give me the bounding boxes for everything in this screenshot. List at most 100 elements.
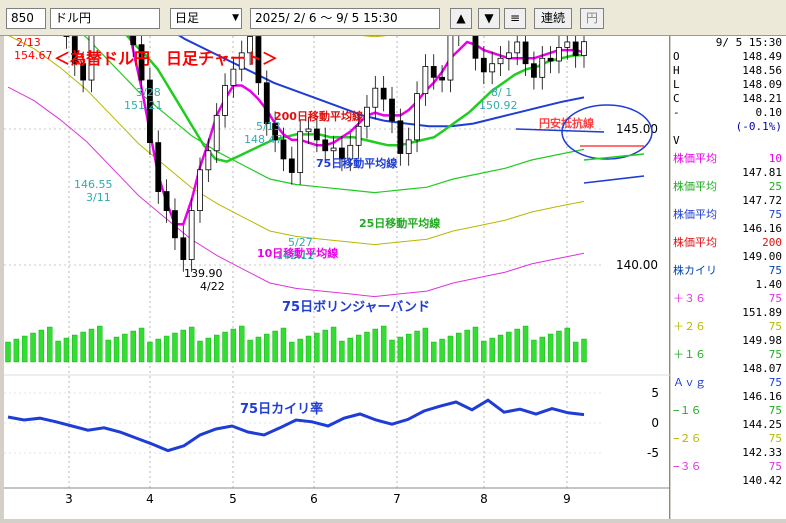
volume-bar [138, 327, 145, 363]
candle-body [372, 87, 379, 108]
point-date-label: 2/13 [16, 36, 41, 49]
volume-bar [88, 328, 95, 363]
volume-bar [205, 337, 212, 363]
band-row-label: −２６ [673, 432, 702, 445]
ma-value-row: 146.16 [673, 222, 784, 236]
down-button[interactable]: ▼ [478, 8, 500, 29]
volume-bar [21, 335, 28, 363]
ma-value-row: 147.81 [673, 166, 784, 180]
kairi-tick-label: -5 [647, 446, 659, 460]
ma-row-value: 200 [762, 236, 782, 249]
candle-body [263, 82, 270, 124]
ohlc-row: H 148.56 [673, 64, 784, 78]
band-value-row: 149.98 [673, 334, 784, 348]
candle-body [155, 142, 162, 192]
band-value-row: 140.42 [673, 474, 784, 488]
panel-kairi-label: 株カイリ 75 [673, 264, 782, 277]
ohlc-row: O 148.49 [673, 50, 784, 64]
date-range-field[interactable]: 2025/ 2/ 6 〜 9/ 5 15:30 [250, 8, 440, 29]
band-value-row-value: 144.25 [742, 418, 782, 431]
candle-body [422, 66, 429, 95]
band-row-value: 75 [768, 348, 782, 361]
candle-body [539, 57, 546, 78]
ma-value-row-value: 149.00 [742, 250, 782, 263]
x-tick-label: 9 [563, 492, 571, 506]
candle-body [447, 33, 454, 81]
x-tick-label: 5 [229, 492, 237, 506]
volume-bar [322, 329, 328, 363]
volume-bar [547, 333, 554, 363]
volume-bar [506, 331, 512, 363]
period-value: 日足 [175, 11, 200, 25]
volume-bar [314, 332, 320, 363]
up-button[interactable]: ▲ [450, 8, 472, 29]
period-select[interactable]: 日足 ▼ [170, 8, 242, 29]
candle-body [439, 76, 445, 81]
ma25-label: 25日移動平均線 [359, 216, 440, 230]
volume-bar [581, 338, 587, 363]
menu-button[interactable]: ≡ [504, 8, 526, 29]
volume-bar [272, 330, 278, 363]
info-panel: 9/ 5 15:30 O 148.49 H 148.56 L 148.09 C 148.21 … [671, 36, 786, 519]
point-value-label: 151.21 [124, 99, 163, 112]
kairi-tick-label: 0 [651, 416, 659, 430]
volume-bar [255, 336, 262, 363]
band-value-row: 151.89 [673, 306, 784, 320]
band-row-value: 75 [768, 432, 782, 445]
band-value-row-value: 151.89 [742, 306, 782, 319]
candle-body [205, 150, 212, 171]
band-value-row: 146.16 [673, 390, 784, 404]
volume-bar [97, 325, 103, 363]
panel-change: -0.10 [673, 106, 782, 119]
kairi-tick-label: 5 [651, 386, 659, 400]
candle-body [364, 106, 370, 127]
volume-bar [514, 328, 520, 363]
ohlc-row: C 148.21 [673, 92, 784, 106]
point-date-label: 5/13 [256, 120, 281, 133]
volume-bar [122, 333, 128, 363]
candle-body [405, 139, 412, 154]
candle-body [480, 57, 487, 73]
band-value-row-value: 146.16 [742, 390, 782, 403]
candle-body [472, 0, 479, 59]
x-tick-label: 3 [65, 492, 73, 506]
ma-row-value: 75 [768, 208, 782, 221]
volume-bar [414, 330, 420, 363]
band-value-row: 148.07 [673, 362, 784, 376]
candle-body [389, 98, 395, 122]
volume-bar [155, 338, 161, 363]
ma-value-row-value: 147.72 [742, 194, 782, 207]
y-tick-label: 140.00 [616, 258, 658, 272]
band-value-row-value: 140.42 [742, 474, 782, 487]
volume-bar [172, 332, 178, 363]
candle-body [163, 191, 170, 211]
volume-bar [264, 333, 270, 363]
ma-row: 株価平均 10 [673, 152, 784, 166]
code-field[interactable]: 850 [6, 8, 46, 29]
band-row: −２６ 75 [673, 432, 784, 446]
name-field[interactable]: ドル円 [50, 8, 160, 29]
point-value-label: 150.92 [479, 99, 518, 112]
continuous-button[interactable]: 連続 [534, 8, 572, 29]
volume-bar [147, 341, 153, 363]
candle-body [397, 120, 404, 154]
band-row: Ａｖｇ 75 [673, 376, 784, 390]
panel-change-pct: (-0.1%) [735, 120, 782, 133]
volume-bar [72, 334, 78, 363]
chart-svg: 3456789150.00145.00140.0050-5＜為替ドル円 日足チャ… [4, 0, 670, 506]
volume-bar [397, 336, 404, 363]
volume-bar [564, 327, 571, 363]
volume-bar [472, 326, 479, 363]
candle-body [430, 66, 437, 78]
chevron-down-icon: ▼ [232, 13, 239, 23]
volume-bar [5, 341, 11, 363]
ohlc-row-label: H [673, 64, 680, 77]
candle-body [564, 41, 571, 48]
kairi-label: 75日カイリ率 [240, 401, 323, 417]
currency-button[interactable]: 円 [580, 8, 604, 29]
band-row: ＋３６ 75 [673, 292, 784, 306]
volume-bar [230, 328, 237, 363]
volume-bar [297, 338, 303, 363]
volume-bar [330, 326, 337, 363]
volume-bar [63, 337, 70, 363]
